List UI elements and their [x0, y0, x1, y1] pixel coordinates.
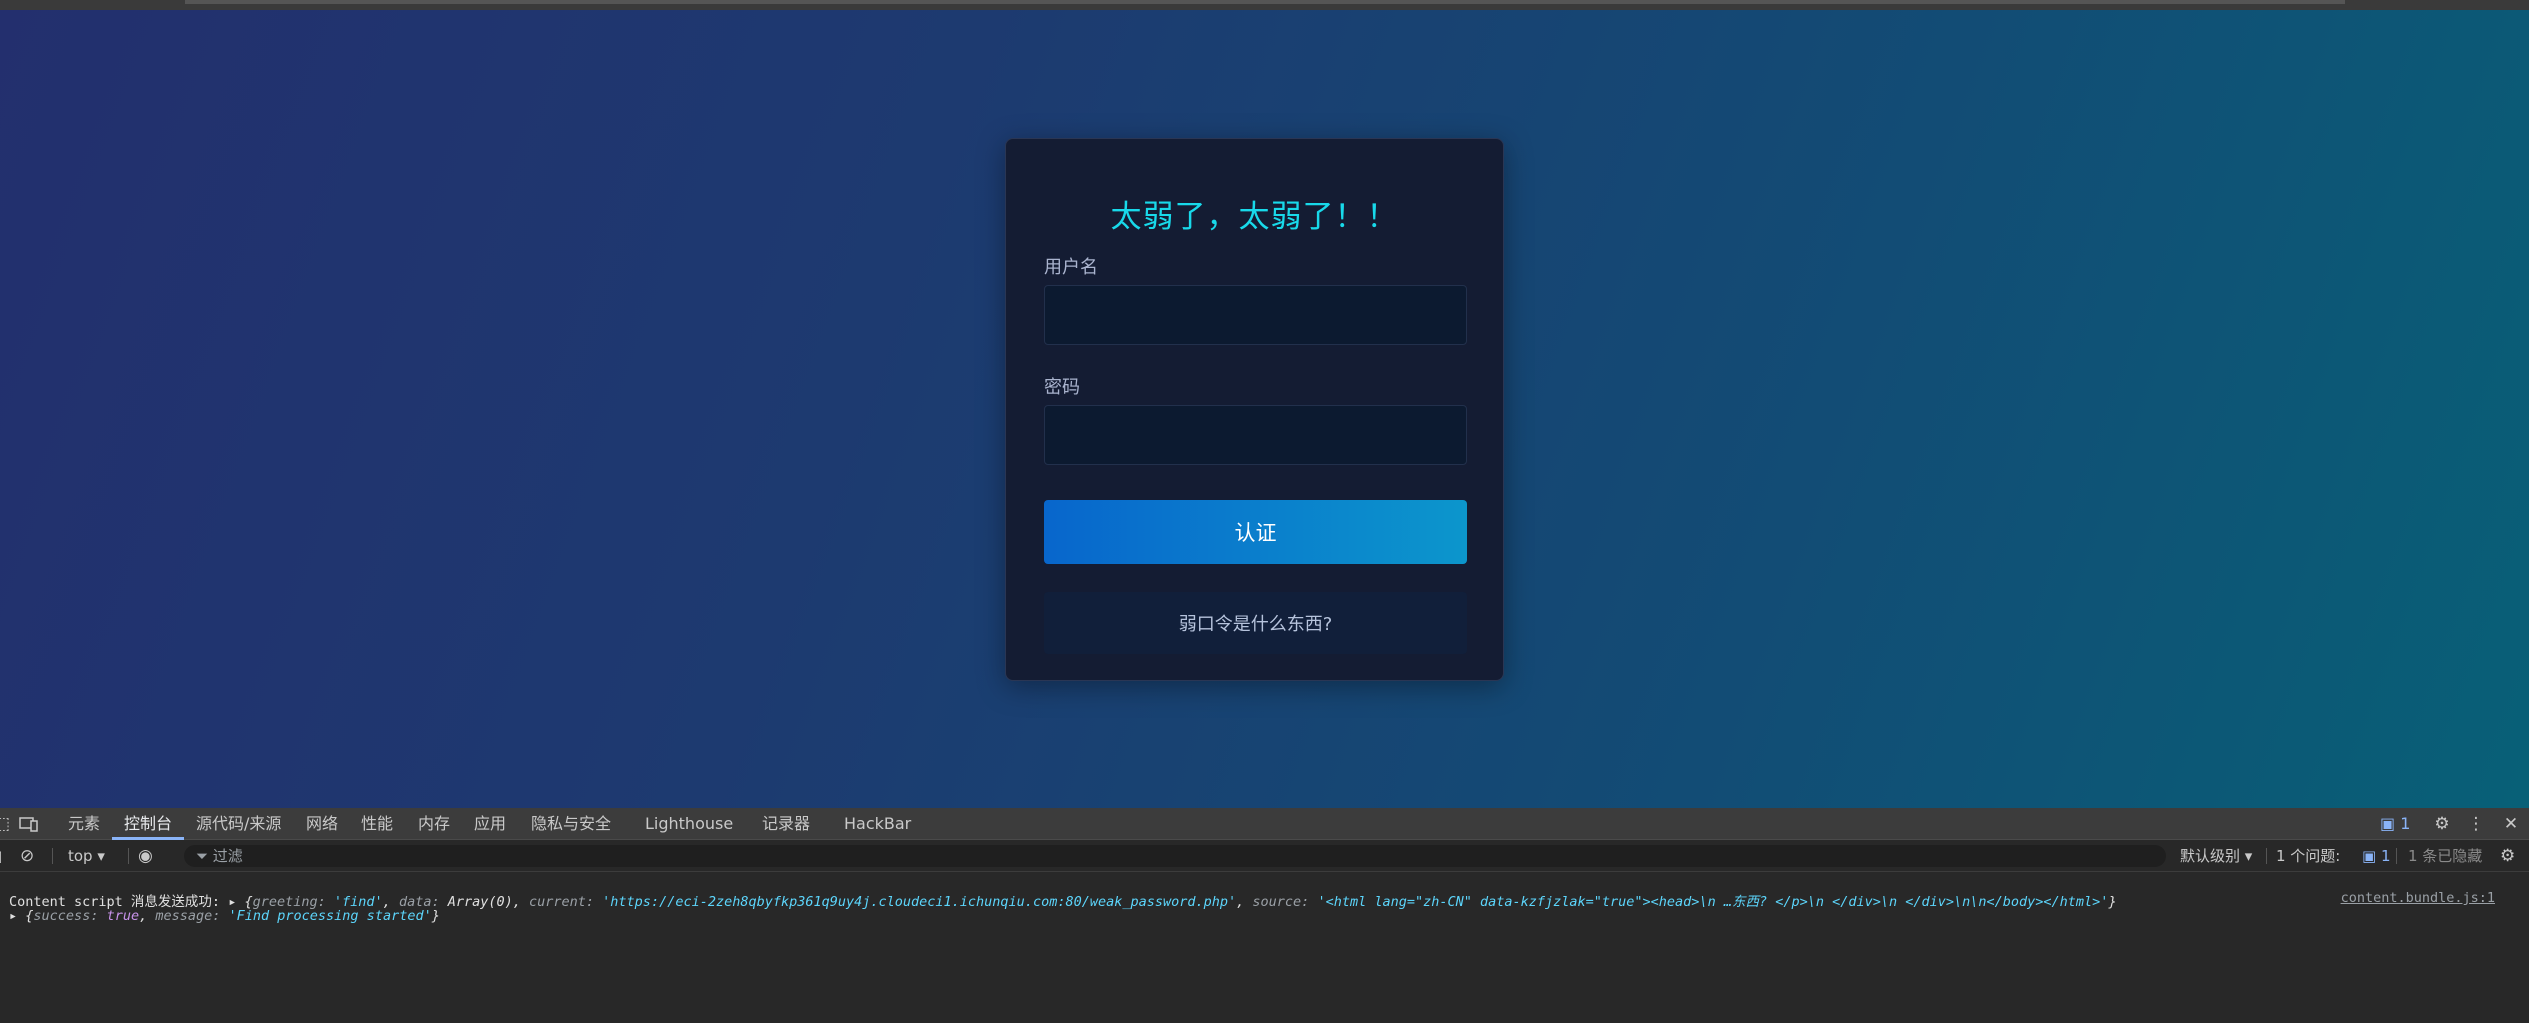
console-log-line[interactable]: Content script 消息发送成功: ▸ {greeting: 'fin…: [9, 890, 2117, 910]
issues-label: 1 个问题:: [2276, 847, 2341, 865]
issues-count-button[interactable]: ▣ 1: [2362, 840, 2391, 872]
username-input[interactable]: [1044, 285, 1467, 345]
obj-value: true: [106, 908, 140, 924]
authenticate-button[interactable]: 认证: [1044, 500, 1467, 564]
tab-sources[interactable]: 源代码/来源: [196, 808, 281, 840]
inspect-icon[interactable]: ⬚: [0, 808, 10, 840]
close-icon[interactable]: ✕: [2500, 808, 2522, 840]
obj-key: current:: [529, 894, 603, 910]
tab-console[interactable]: 控制台: [111, 808, 185, 840]
live-expression-eye-icon[interactable]: ◉: [138, 840, 164, 872]
tab-memory[interactable]: 内存: [418, 808, 450, 840]
password-label: 密码: [1044, 377, 1080, 398]
tab-lighthouse[interactable]: Lighthouse: [645, 808, 733, 840]
console-settings-icon[interactable]: ⚙: [2500, 840, 2524, 872]
tab-privacy-security[interactable]: 隐私与安全: [531, 808, 611, 840]
obj-value: '<html lang="zh-CN" data-kzfjzlak="true"…: [1317, 894, 2109, 910]
source-link[interactable]: content.bundle.js:1: [2341, 890, 2495, 906]
toolbar-divider: [128, 848, 129, 864]
tab-elements[interactable]: 元素: [68, 808, 100, 840]
password-input[interactable]: [1044, 405, 1467, 465]
obj-key: success:: [33, 908, 107, 924]
obj-key: message:: [155, 908, 229, 924]
console-output: Content script 消息发送成功: ▸ {greeting: 'fin…: [0, 872, 2529, 1023]
tab-application[interactable]: 应用: [474, 808, 506, 840]
console-toolbar: ▯ ⊘ top ▾ ◉ ⏷ 过滤 默认级别 ▾ 1 个问题: ▣ 1 1 条已隐…: [0, 840, 2529, 872]
hidden-messages-label: 1 条已隐藏: [2408, 847, 2483, 865]
device-toolbar-icon[interactable]: [18, 808, 40, 840]
sidebar-toggle-icon[interactable]: ▯: [0, 840, 6, 872]
issues-badge[interactable]: ▣ 1: [2380, 808, 2410, 840]
login-card: 太弱了，太弱了！！ 用户名 密码 认证 弱口令是什么东西?: [1005, 138, 1504, 681]
tab-recorder[interactable]: 记录器: [762, 808, 810, 840]
login-title: 太弱了，太弱了！！: [1110, 199, 1399, 235]
clear-console-icon[interactable]: ⊘: [20, 840, 42, 872]
log-level-selector[interactable]: 默认级别 ▾: [2180, 840, 2252, 872]
obj-key: source:: [1252, 894, 1318, 910]
filter-placeholder: 过滤: [212, 847, 243, 865]
tab-performance[interactable]: 性能: [361, 808, 393, 840]
username-label: 用户名: [1044, 257, 1098, 278]
issues-badge-count: 1: [2400, 814, 2411, 833]
obj-brace: }: [431, 908, 440, 924]
toolbar-divider: [52, 848, 53, 864]
filter-icon: ⏷: [196, 847, 209, 865]
browser-top-strip: [0, 0, 2529, 10]
page-viewport: 太弱了，太弱了！！ 用户名 密码 认证 弱口令是什么东西?: [0, 10, 2529, 808]
console-filter-input[interactable]: ⏷ 过滤: [184, 845, 2166, 867]
tab-network[interactable]: 网络: [306, 808, 338, 840]
console-log-line[interactable]: ▸ {success: true, message: 'Find process…: [9, 908, 440, 924]
obj-value: 'Find processing started': [228, 908, 432, 924]
issues-count: 1: [2380, 847, 2391, 865]
context-selector[interactable]: top ▾: [68, 840, 105, 872]
more-options-icon[interactable]: ⋮: [2466, 808, 2486, 840]
expand-arrow-icon[interactable]: ▸: [9, 908, 17, 924]
toolbar-divider: [2266, 848, 2267, 864]
tab-hackbar[interactable]: HackBar: [844, 808, 911, 840]
settings-icon[interactable]: ⚙: [2430, 808, 2454, 840]
browser-address-strip: [185, 0, 2345, 4]
chat-icon: ▣: [2362, 847, 2377, 865]
devtools-panel: ⬚ 元素 控制台 源代码/来源 网络 性能 内存 应用 隐私与安全 Lighth…: [0, 808, 2529, 1023]
weak-password-help-button[interactable]: 弱口令是什么东西?: [1044, 592, 1467, 654]
obj-value: Array(0): [447, 894, 513, 910]
devtools-tab-bar: ⬚ 元素 控制台 源代码/来源 网络 性能 内存 应用 隐私与安全 Lighth…: [0, 808, 2529, 840]
toolbar-divider: [2396, 848, 2397, 864]
obj-value: 'https://eci-2zeh8qbyfkp361q9uy4j.cloude…: [602, 894, 1237, 910]
chat-icon: ▣: [2380, 814, 2396, 833]
obj-brace: }: [2108, 894, 2117, 910]
